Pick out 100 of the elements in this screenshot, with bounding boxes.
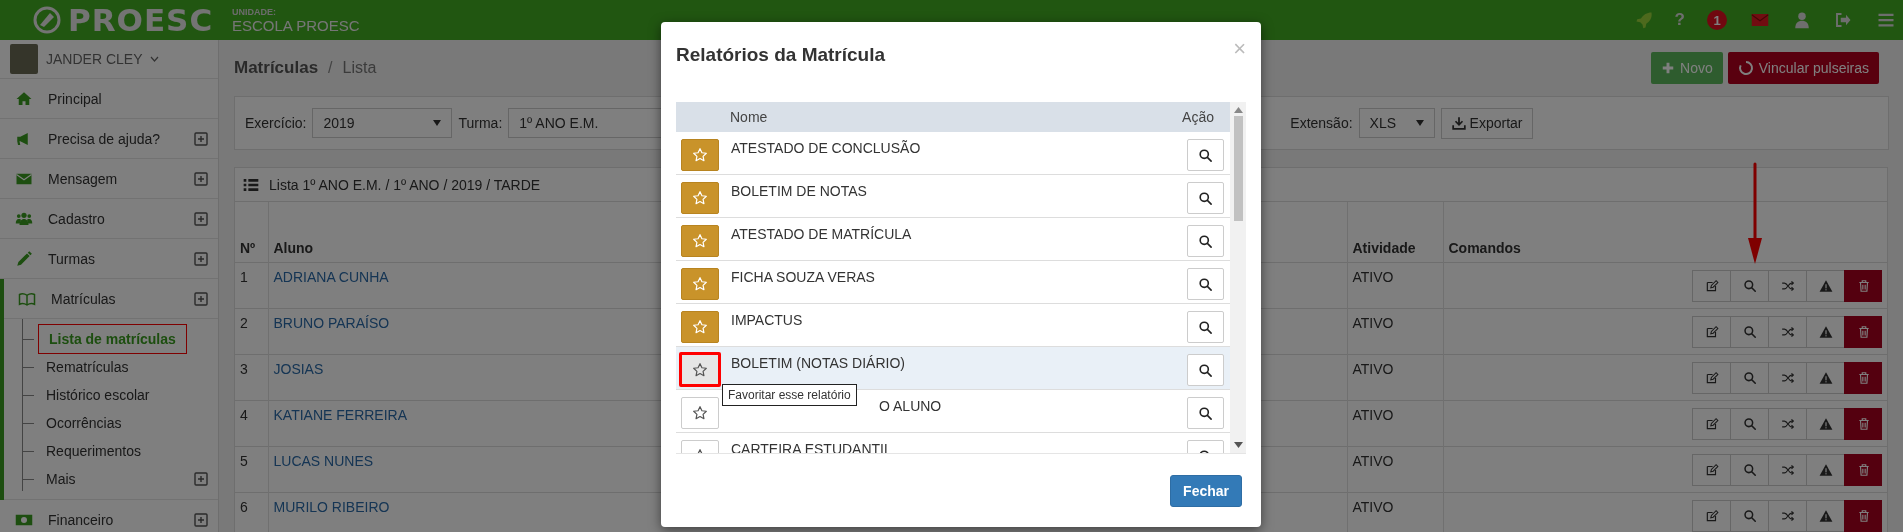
filter-label: Extensão: [1290, 115, 1353, 131]
favorite-button[interactable] [681, 182, 719, 214]
shuffle-button[interactable] [1768, 315, 1806, 348]
submenu-item[interactable]: Requerimentos [38, 438, 208, 464]
envelope-icon [1749, 11, 1771, 29]
trash-icon [1856, 370, 1871, 385]
view-report-button[interactable] [1187, 311, 1224, 343]
search-button[interactable] [1730, 453, 1768, 486]
view-report-button[interactable] [1187, 397, 1224, 429]
scrollbar-thumb[interactable] [1233, 116, 1243, 221]
student-link[interactable]: KATIANE FERREIRA [273, 406, 408, 423]
favorite-button[interactable] [681, 311, 719, 343]
trash-button[interactable] [1844, 315, 1882, 348]
student-link[interactable]: LUCAS NUNES [273, 452, 374, 469]
table-cell: ATIVO [1347, 400, 1443, 446]
favorite-button[interactable] [681, 225, 719, 257]
view-report-button[interactable] [1187, 268, 1224, 300]
notification-badge[interactable]: 1 [1707, 10, 1727, 30]
table-cell: ATIVO [1347, 308, 1443, 354]
favorite-button[interactable] [681, 139, 719, 171]
submenu-item[interactable]: Rematrículas [38, 354, 208, 380]
search-icon [1198, 233, 1213, 249]
sidebar-item[interactable]: Matrículas [4, 279, 218, 319]
scrollbar[interactable] [1230, 102, 1246, 453]
scroll-down-icon[interactable] [1233, 442, 1243, 448]
warning-button[interactable] [1806, 453, 1844, 486]
shuffle-button[interactable] [1768, 269, 1806, 302]
extension-select[interactable]: XLS [1358, 108, 1435, 138]
student-link[interactable]: BRUNO PARAÍSO [273, 314, 390, 331]
sign-out-icon [1833, 11, 1853, 29]
edit-button[interactable] [1692, 453, 1730, 486]
export-button[interactable]: Exportar [1440, 107, 1534, 139]
sidebar-item[interactable]: Precisa de ajuda? [0, 119, 218, 159]
user-icon [1793, 11, 1811, 29]
shuffle-button[interactable] [1768, 361, 1806, 394]
warning-button[interactable] [1806, 361, 1844, 394]
warning-button[interactable] [1806, 269, 1844, 302]
sidebar-item[interactable]: Mensagem [0, 159, 218, 199]
table-title: Lista 1º ANO E.M. / 1º ANO / 2019 / TARDE [269, 176, 541, 193]
submenu-item[interactable]: Lista de matrículas [38, 324, 187, 354]
sidebar-item[interactable]: Cadastro [0, 199, 218, 239]
shuffle-button[interactable] [1768, 407, 1806, 440]
shuffle-icon [1780, 324, 1795, 339]
edit-button[interactable] [1692, 361, 1730, 394]
search-button[interactable] [1730, 315, 1768, 348]
scroll-up-icon[interactable] [1233, 107, 1243, 113]
page-title: Matrículas [234, 58, 319, 78]
edit-button[interactable] [1692, 407, 1730, 440]
search-button[interactable] [1730, 499, 1768, 532]
trash-icon [1856, 416, 1871, 431]
edit-button[interactable] [1692, 315, 1730, 348]
edit-icon [1704, 462, 1719, 477]
trash-button[interactable] [1844, 453, 1882, 486]
sidebar-item[interactable]: Financeiro [0, 500, 218, 532]
shuffle-button[interactable] [1768, 453, 1806, 486]
view-report-button[interactable] [1187, 182, 1224, 214]
shuffle-button[interactable] [1768, 499, 1806, 532]
table-cell: 6 [235, 492, 268, 532]
unit-label: UNIDADE: [232, 6, 277, 17]
breadcrumb-separator: / [328, 59, 333, 77]
search-button[interactable] [1730, 269, 1768, 302]
year-select[interactable]: 2019 [312, 108, 453, 138]
breadcrumb-current: Lista [342, 59, 377, 77]
search-button[interactable] [1730, 407, 1768, 440]
report-name: BOLETIM DE NOTAS [731, 182, 867, 199]
star-icon [692, 147, 708, 163]
trash-button[interactable] [1844, 499, 1882, 532]
sidebar-item[interactable]: Principal [0, 79, 218, 119]
warning-button[interactable] [1806, 315, 1844, 348]
link-bracelets-button[interactable]: Vincular pulseiras [1727, 52, 1879, 84]
trash-button[interactable] [1844, 407, 1882, 440]
favorite-button[interactable] [681, 397, 719, 429]
close-button[interactable]: Fechar [1170, 474, 1242, 507]
student-link[interactable]: MURILO RIBEIRO [273, 498, 390, 515]
submenu-item[interactable]: Ocorrências [38, 410, 208, 436]
warning-button[interactable] [1806, 407, 1844, 440]
favorite-button[interactable] [681, 268, 719, 300]
shuffle-icon [1780, 278, 1795, 293]
warning-button[interactable] [1806, 499, 1844, 532]
search-icon [1742, 416, 1757, 431]
student-link[interactable]: ADRIANA CUNHA [273, 268, 389, 285]
view-report-button[interactable] [1187, 225, 1224, 257]
search-button[interactable] [1730, 361, 1768, 394]
submenu-item[interactable]: Mais [38, 466, 194, 492]
user-menu[interactable]: JANDER CLEY [46, 51, 143, 67]
submenu-item[interactable]: Histórico escolar [38, 382, 208, 408]
student-link[interactable]: JOSIAS [273, 360, 324, 377]
warning-icon [1818, 278, 1833, 293]
view-report-button[interactable] [1187, 354, 1224, 386]
trash-button[interactable] [1844, 361, 1882, 394]
warning-icon [1818, 324, 1833, 339]
trash-button[interactable] [1844, 269, 1882, 302]
search-icon [1742, 508, 1757, 523]
favorite-button[interactable] [679, 352, 721, 387]
sidebar-item[interactable]: Turmas [0, 239, 218, 279]
view-report-button[interactable] [1187, 139, 1224, 171]
edit-button[interactable] [1692, 269, 1730, 302]
trash-icon [1856, 278, 1871, 293]
edit-button[interactable] [1692, 499, 1730, 532]
warning-icon [1818, 416, 1833, 431]
